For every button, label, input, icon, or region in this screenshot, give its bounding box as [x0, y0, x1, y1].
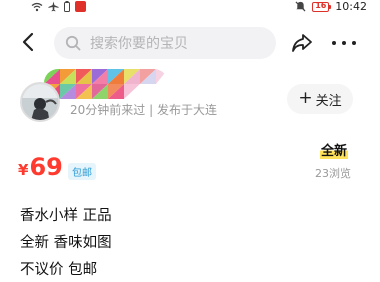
description-line: 不议价 包邮 — [20, 262, 98, 278]
currency-symbol: ¥ — [18, 161, 29, 179]
condition-badge: 全新 — [320, 140, 349, 159]
share-button[interactable] — [290, 31, 314, 55]
battery-indicator: 16 — [312, 0, 332, 12]
airplane-icon — [48, 1, 59, 12]
seller-avatar[interactable] — [20, 82, 60, 122]
more-dot-icon — [342, 41, 346, 45]
status-bar: 16 10:42 — [0, 0, 380, 14]
follow-label: 关注 — [315, 93, 342, 109]
search-input[interactable]: 搜索你要的宝贝 — [54, 27, 276, 59]
free-shipping-badge: 包邮 — [68, 163, 96, 180]
view-count: 23浏览 — [315, 167, 351, 180]
battery-level: 16 — [315, 0, 327, 10]
more-dot-icon — [332, 41, 336, 45]
battery-small-icon — [64, 1, 70, 12]
seller-last-seen: 20分钟前来过 | 发布于大连 — [70, 103, 217, 117]
item-description: 香水小样 正品 全新 香味如图 不议价 包邮 — [20, 203, 112, 282]
mosaic-pattern — [44, 69, 168, 99]
description-line: 香水小样 正品 — [20, 208, 112, 224]
back-button[interactable] — [17, 30, 39, 54]
plus-icon: + — [298, 88, 313, 108]
more-button[interactable] — [332, 31, 356, 55]
follow-button[interactable]: + 关注 — [287, 84, 353, 114]
item-price: ¥ 69 — [18, 153, 63, 181]
app-notification-icon — [75, 1, 86, 12]
description-line: 全新 香味如图 — [20, 235, 112, 251]
avatar-image — [22, 84, 58, 120]
seller-name-mosaic — [44, 69, 168, 99]
search-placeholder: 搜索你要的宝贝 — [90, 36, 188, 52]
more-dot-icon — [352, 41, 356, 45]
price-value: 69 — [29, 153, 63, 181]
chevron-left-icon — [22, 32, 34, 52]
mute-icon — [295, 1, 306, 12]
status-right: 16 10:42 — [295, 0, 367, 13]
wifi-icon — [31, 2, 43, 11]
status-left — [31, 1, 86, 12]
share-icon — [292, 34, 312, 52]
search-icon — [65, 35, 81, 51]
status-time: 10:42 — [335, 0, 367, 13]
